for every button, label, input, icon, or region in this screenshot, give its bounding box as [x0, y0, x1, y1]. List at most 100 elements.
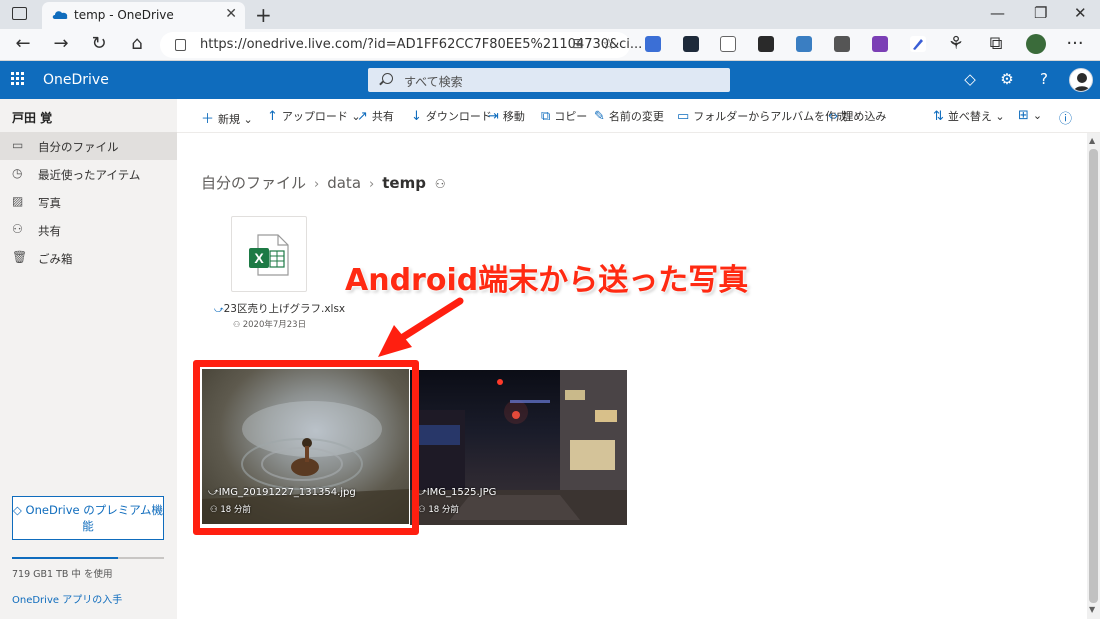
share-label: 共有 — [371, 110, 394, 123]
get-app-link[interactable]: OneDrive アプリの入手 — [12, 591, 122, 606]
move-label: 移動 — [502, 110, 525, 123]
plus-icon: ＋ — [201, 112, 215, 127]
profile-icon[interactable] — [1026, 34, 1046, 54]
folder-icon: ▭ — [12, 138, 24, 152]
scroll-down-icon[interactable]: ▼ — [1089, 605, 1095, 614]
close-window-button[interactable]: ✕ — [1074, 4, 1087, 22]
copy-label: コピー — [554, 110, 588, 123]
storage-text[interactable]: 719 GB1 TB 中 を使用 — [12, 566, 112, 580]
settings-gear-icon[interactable]: ⚙ — [997, 70, 1017, 88]
upload-button[interactable]: ↑ アップロード ⌄ — [267, 108, 361, 124]
rename-button[interactable]: ✎ 名前の変更 — [594, 108, 664, 124]
more-menu-button[interactable]: ··· — [1064, 33, 1086, 54]
search-input[interactable]: すべて検索 — [368, 68, 730, 92]
copy-button[interactable]: ⧉ コピー — [541, 108, 587, 124]
maximize-button[interactable]: ❐ — [1034, 4, 1047, 22]
collections-icon[interactable]: ⧉ — [985, 33, 1007, 54]
svg-text:X: X — [254, 250, 264, 266]
new-label: 新規 — [218, 113, 241, 126]
help-icon[interactable]: ? — [1034, 70, 1054, 88]
news-extension-icon[interactable] — [758, 36, 774, 52]
copy-icon: ⧉ — [541, 109, 551, 124]
diamond-icon: ◇ — [13, 503, 26, 517]
capture-extension-icon[interactable] — [834, 36, 850, 52]
sort-button[interactable]: ⇅ 並べ替え ⌄ — [933, 108, 1005, 124]
storage-meter — [12, 557, 164, 559]
extensions-icon[interactable]: ⚘ — [945, 33, 967, 54]
scroll-up-icon[interactable]: ▲ — [1089, 136, 1095, 145]
photo-icon: ▨ — [12, 194, 24, 208]
nav-label: ごみ箱 — [38, 252, 73, 266]
annotation-text: Android端末から送った写真 — [345, 263, 749, 298]
tab-actions-icon[interactable] — [12, 7, 27, 20]
sort-label: 並べ替え — [947, 110, 992, 123]
brand-title[interactable]: OneDrive — [43, 72, 109, 88]
download-icon: ↓ — [411, 109, 422, 124]
info-button[interactable]: ⓘ — [1059, 108, 1076, 127]
excel-file-icon: X — [249, 234, 289, 276]
excel-file-tile[interactable]: X — [231, 216, 307, 292]
nav-label: 最近使ったアイテム — [38, 168, 141, 182]
premium-button[interactable]: ◇ OneDrive のプレミアム機能 — [12, 496, 164, 540]
browser-tab[interactable]: temp - OneDrive ✕ — [42, 2, 245, 29]
tab-title: temp - OneDrive — [74, 8, 174, 22]
shared-people-icon[interactable]: ⚇ — [435, 177, 446, 191]
nav-label: 写真 — [38, 196, 61, 210]
nav-item-shared[interactable]: ⚇ 共有 — [0, 216, 177, 244]
photo-file-name-label: IMG_1525.JPG — [426, 487, 497, 498]
onenote-extension-icon[interactable] — [872, 36, 888, 52]
upload-label: アップロード — [281, 110, 348, 123]
download-button[interactable]: ↓ ダウンロード — [411, 108, 492, 124]
tab-close-icon[interactable]: ✕ — [225, 6, 237, 22]
move-button[interactable]: ⇥ 移動 — [488, 108, 525, 124]
image-extension-icon[interactable] — [796, 36, 812, 52]
user-avatar[interactable] — [1069, 68, 1093, 92]
home-icon[interactable]: ⌂ — [126, 33, 148, 54]
left-navigation: 戸田 覚 ▭ 自分のファイル ◷ 最近使ったアイテム ▨ 写真 ⚇ 共有 🗑 ご… — [0, 99, 177, 619]
forward-icon[interactable]: → — [50, 33, 72, 54]
trash-icon: 🗑 — [12, 250, 28, 264]
scrollbar[interactable]: ▲ ▼ — [1087, 133, 1100, 619]
upload-icon: ↑ — [267, 109, 278, 124]
grid-view-icon: ⊞ — [1018, 108, 1029, 123]
photo-time-label: 18 分前 — [428, 505, 459, 515]
photo-thumbnail — [410, 370, 627, 525]
view-switch-button[interactable]: ⊞ ⌄ — [1018, 108, 1042, 123]
breadcrumb-current: temp — [382, 174, 426, 192]
new-button[interactable]: ＋新規 ⌄ — [201, 108, 253, 127]
sync-icon: ⤻ — [214, 305, 224, 315]
translate-extension-icon[interactable] — [645, 36, 661, 52]
create-album-button[interactable]: ▭ フォルダーからアルバムを作成 — [677, 108, 847, 124]
album-icon: ▭ — [677, 109, 690, 124]
excel-file-name[interactable]: ⤻23区売り上げグラフ.xlsx — [214, 301, 345, 316]
pencil-icon: ✎ — [594, 109, 605, 124]
nav-item-my-files[interactable]: ▭ 自分のファイル — [0, 132, 177, 160]
browser-toolbar: ← → ↻ ⌂ https://onedrive.live.com/?id=AD… — [0, 29, 1100, 61]
chart-extension-icon[interactable] — [683, 36, 699, 52]
new-tab-button[interactable]: + — [255, 3, 272, 27]
onedrive-header: OneDrive すべて検索 ◇ ⚙ ? — [0, 61, 1100, 99]
split-view-icon[interactable]: ⊞ — [572, 36, 584, 52]
app-launcher-icon[interactable] — [11, 72, 25, 86]
nav-item-photos[interactable]: ▨ 写真 — [0, 188, 177, 216]
nav-item-recent[interactable]: ◷ 最近使ったアイテム — [0, 160, 177, 188]
embed-label: 埋め込み — [842, 110, 887, 123]
refresh-icon[interactable]: ↻ — [88, 33, 110, 54]
premium-diamond-icon[interactable]: ◇ — [960, 70, 980, 88]
breadcrumb-my-files[interactable]: 自分のファイル — [201, 174, 306, 192]
camera-extension-icon[interactable] — [720, 36, 736, 52]
breadcrumb-data[interactable]: data — [327, 174, 361, 192]
back-icon[interactable]: ← — [12, 33, 34, 54]
photo-tile[interactable]: ⤻IMG_1525.JPG ⚇ 18 分前 — [410, 370, 627, 525]
minimize-button[interactable]: — — [990, 4, 1005, 22]
nav-item-recycle-bin[interactable]: 🗑 ごみ箱 — [0, 244, 177, 272]
embed-button[interactable]: ‹› 埋め込み — [828, 108, 886, 124]
address-bar[interactable]: https://onedrive.live.com/?id=AD1FF62CC7… — [160, 32, 642, 58]
premium-label: OneDrive のプレミアム機能 — [25, 503, 163, 533]
share-button[interactable]: ↗ 共有 — [357, 108, 394, 124]
pen-extension-icon[interactable] — [910, 36, 926, 52]
favorite-icon[interactable]: ☆ — [602, 35, 615, 53]
scroll-thumb[interactable] — [1089, 149, 1098, 603]
lock-icon[interactable] — [175, 39, 186, 51]
code-icon: ‹› — [828, 109, 839, 124]
